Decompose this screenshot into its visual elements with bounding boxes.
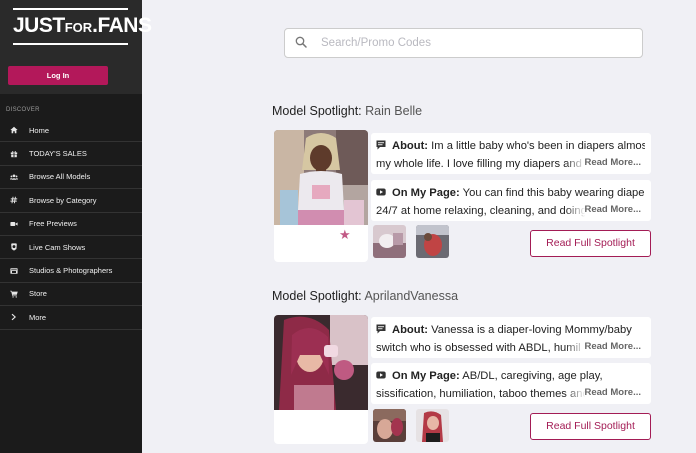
sidebar-item-label: Home bbox=[29, 125, 50, 135]
video-icon bbox=[8, 220, 20, 228]
model-card[interactable] bbox=[274, 315, 368, 444]
sidebar-item-label: Free Previews bbox=[29, 219, 77, 229]
sidebar-item-home[interactable]: Home bbox=[0, 119, 142, 143]
comment-icon bbox=[376, 323, 386, 334]
on-my-page-box: On My Page: AB/DL, caregiving, age play,… bbox=[371, 363, 651, 404]
youtube-icon bbox=[376, 186, 386, 196]
sidebar-item-todays-sales[interactable]: TODAY'S SALES bbox=[0, 142, 142, 166]
sidebar-item-browse-all-models[interactable]: Browse All Models bbox=[0, 166, 142, 190]
sidebar-item-studios-photographers[interactable]: Studios & Photographers bbox=[0, 259, 142, 283]
discover-section-label: DISCOVER bbox=[6, 107, 40, 113]
about-text-line1: Vanessa is a diaper-loving Mommy/baby bbox=[431, 324, 632, 336]
page-text-line2: 24/7 at home relaxing, cleaning, and doi… bbox=[376, 204, 587, 217]
sidebar-item-label: Browse All Models bbox=[29, 172, 91, 182]
search-input[interactable] bbox=[321, 37, 621, 49]
home-icon bbox=[8, 126, 20, 134]
sidebar-item-label: Browse by Category bbox=[29, 195, 97, 205]
about-text-line1: Im a little baby who's been in diapers a… bbox=[431, 140, 645, 152]
cart-icon bbox=[8, 290, 20, 298]
model-photo[interactable] bbox=[274, 315, 368, 410]
film-icon bbox=[8, 267, 20, 275]
sidebar-item-store[interactable]: Store bbox=[0, 283, 142, 307]
logo-area: JUSTFOR.FANS Log In bbox=[0, 0, 152, 94]
search-bar bbox=[284, 28, 643, 58]
sidebar-item-label: Store bbox=[29, 289, 47, 299]
sidebar-item-label: TODAY'S SALES bbox=[29, 149, 87, 159]
sidebar-item-browse-by-category[interactable]: Browse by Category bbox=[0, 189, 142, 213]
page-text-line1: You can find this baby wearing diapers bbox=[462, 187, 645, 199]
site-logo[interactable]: JUSTFOR.FANS bbox=[13, 8, 152, 46]
users-icon bbox=[8, 173, 20, 181]
page-text-line2: sissification, humiliation, taboo themes… bbox=[376, 387, 589, 400]
preview-thumbnail[interactable] bbox=[416, 409, 449, 442]
about-text-line2: my whole life. I love filling my diapers… bbox=[376, 157, 582, 170]
sidebar-item-live-cam-shows[interactable]: Live Cam Shows bbox=[0, 236, 142, 260]
sidebar-item-free-previews[interactable]: Free Previews bbox=[0, 213, 142, 236]
login-button[interactable]: Log In bbox=[8, 66, 108, 85]
model-name-link[interactable]: Rain Belle bbox=[365, 104, 422, 118]
sidebar-item-more[interactable]: More bbox=[0, 306, 142, 330]
favorite-star-icon[interactable]: ★ bbox=[339, 228, 351, 241]
about-box: About: Vanessa is a diaper-loving Mommy/… bbox=[371, 317, 651, 358]
model-card[interactable]: ★ bbox=[274, 130, 368, 262]
spotlight-title: Model Spotlight: Rain Belle bbox=[272, 104, 423, 118]
spotlight-title: Model Spotlight: AprilandVanessa bbox=[272, 289, 459, 303]
about-box: About: Im a little baby who's been in di… bbox=[371, 133, 651, 174]
model-photo[interactable] bbox=[274, 130, 368, 225]
preview-thumbnail[interactable] bbox=[373, 225, 406, 258]
sidebar: JUSTFOR.FANS Log In DISCOVER Home TODAY'… bbox=[0, 0, 152, 453]
gift-icon bbox=[8, 150, 20, 158]
model-name-link[interactable]: AprilandVanessa bbox=[364, 289, 458, 303]
comment-icon bbox=[376, 139, 386, 150]
page-text-line1: AB/DL, caregiving, age play, bbox=[462, 370, 603, 382]
on-my-page-box: On My Page: You can find this baby weari… bbox=[371, 180, 651, 221]
webcam-icon bbox=[8, 243, 20, 251]
read-more-link[interactable]: Read More... bbox=[584, 154, 641, 171]
sidebar-item-label: Live Cam Shows bbox=[29, 242, 86, 252]
chevron-right-icon bbox=[8, 313, 20, 321]
preview-thumbnail[interactable] bbox=[373, 409, 406, 442]
sidebar-menu: Home TODAY'S SALES Browse All Models Bro… bbox=[0, 119, 142, 330]
youtube-icon bbox=[376, 369, 386, 379]
read-more-link[interactable]: Read More... bbox=[584, 201, 641, 218]
preview-thumbnail[interactable] bbox=[416, 225, 449, 258]
sidebar-item-label: More bbox=[29, 312, 47, 322]
hashtag-icon bbox=[8, 196, 20, 204]
search-icon bbox=[295, 36, 309, 50]
read-more-link[interactable]: Read More... bbox=[584, 384, 641, 401]
read-full-spotlight-button[interactable]: Read Full Spotlight bbox=[530, 230, 651, 257]
read-more-link[interactable]: Read More... bbox=[584, 338, 641, 355]
about-text-line2: switch who is obsessed with ABDL, humil bbox=[376, 341, 581, 354]
sidebar-item-label: Studios & Photographers bbox=[29, 266, 113, 276]
read-full-spotlight-button[interactable]: Read Full Spotlight bbox=[530, 413, 651, 440]
